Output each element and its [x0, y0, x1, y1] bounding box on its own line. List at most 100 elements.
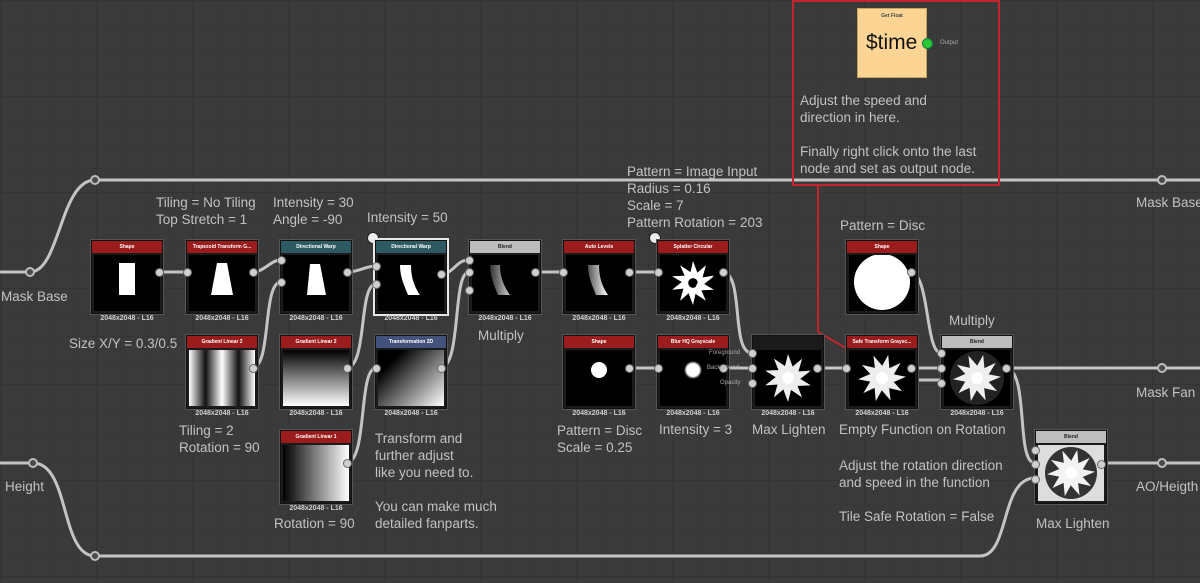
get-float-node[interactable]: Get Float $time — [857, 8, 927, 78]
input-port[interactable] — [277, 278, 286, 287]
input-port[interactable] — [654, 364, 663, 373]
output-port[interactable] — [155, 268, 164, 277]
node-thumbnail — [378, 350, 444, 406]
node-thumbnail — [566, 255, 632, 311]
node-thumbnail — [849, 350, 915, 406]
gradient-linear-2-node[interactable]: Gradient Linear 2 2048x2048 - L16 — [186, 335, 258, 417]
input-port[interactable] — [937, 349, 946, 358]
node-title: Blend — [470, 241, 540, 253]
gradient1-params: Rotation = 90 — [274, 516, 355, 531]
input-port[interactable] — [372, 364, 381, 373]
output-port[interactable] — [531, 268, 540, 277]
node-resolution: 2048x2048 - L16 — [289, 505, 343, 512]
input-port[interactable] — [465, 256, 474, 265]
node-thumbnail — [189, 255, 255, 311]
node-thumbnail — [566, 350, 632, 406]
input-port[interactable] — [937, 364, 946, 373]
output-port[interactable] — [437, 270, 446, 279]
blur-params: Intensity = 3 — [659, 422, 733, 437]
output-label-ao-height: AO/Heigth — [1136, 479, 1199, 494]
output-node-mask-base[interactable] — [1157, 175, 1167, 185]
gradient-linear-2-node-b[interactable]: Gradient Linear 2 2048x2048 - L16 — [280, 335, 352, 417]
output-port[interactable] — [813, 364, 822, 373]
input-port[interactable] — [372, 280, 381, 289]
output-port[interactable] — [343, 459, 352, 468]
splatter-circular-node[interactable]: Splatter Circular 2048x2048 - L16 — [657, 240, 729, 322]
blend1-mode: Multiply — [478, 328, 524, 343]
node-title: Directional Warp — [376, 241, 446, 253]
comment-text: Adjust the speed and direction in here. … — [800, 93, 977, 176]
get-float-output-port[interactable] — [922, 38, 933, 49]
input-port[interactable] — [748, 364, 757, 373]
node-title — [753, 336, 823, 348]
node-resolution: 2048x2048 - L16 — [100, 315, 154, 322]
input-port[interactable] — [559, 268, 568, 277]
blur-hq-grayscale-node[interactable]: Blur HQ Grayscale 2048x2048 - L16 — [657, 335, 729, 417]
output-port[interactable] — [625, 364, 634, 373]
node-thumbnail — [378, 255, 444, 311]
output-port[interactable] — [625, 268, 634, 277]
node-thumbnail — [849, 254, 915, 311]
input-port[interactable] — [465, 286, 474, 295]
get-float-value: $time — [866, 31, 918, 54]
input-port[interactable] — [465, 268, 474, 277]
input-port[interactable] — [1031, 446, 1040, 455]
input-port[interactable] — [654, 268, 663, 277]
reroute-dot[interactable] — [90, 551, 100, 561]
directional-warp-node-selected[interactable]: Directional Warp 2048x2048 - L16 — [375, 240, 447, 322]
output-port[interactable] — [907, 268, 916, 277]
output-node-ao-height[interactable] — [1157, 458, 1167, 468]
auto-levels-node[interactable]: Auto Levels 2048x2048 - L16 — [563, 240, 635, 322]
output-port[interactable] — [343, 364, 352, 373]
input-port[interactable] — [937, 379, 946, 388]
node-thumbnail — [94, 255, 160, 311]
output-node-mask-fan[interactable] — [1157, 363, 1167, 373]
warp1-params: Intensity = 30 Angle = -90 — [273, 195, 354, 227]
splatter-params: Pattern = Image Input Radius = 0.16 Scal… — [627, 164, 763, 230]
input-node-mask-base[interactable] — [25, 267, 35, 277]
output-port[interactable] — [437, 364, 446, 373]
output-port[interactable] — [1097, 460, 1106, 469]
safe-transform-grayscale-node[interactable]: Safe Transform Graysc... 2048x2048 - L16 — [846, 335, 918, 417]
shape3-params: Pattern = Disc — [840, 218, 926, 233]
node-title: Gradient Linear 2 — [281, 336, 351, 348]
node-title: Blend — [1036, 431, 1106, 443]
warp2-params: Intensity = 50 — [367, 210, 448, 225]
reroute-dot[interactable] — [90, 175, 100, 185]
blend-max-lighten-node[interactable]: Blend — [1035, 430, 1107, 504]
input-port[interactable] — [748, 349, 757, 358]
blend-node[interactable]: Blend 2048x2048 - L16 — [469, 240, 541, 322]
shape-disc-node[interactable]: Shape 2048x2048 - L16 — [563, 335, 635, 417]
output-port[interactable] — [343, 268, 352, 277]
trapezoid-transform-node[interactable]: Trapezoid Transform G... 2048x2048 - L16 — [186, 240, 258, 322]
input-port[interactable] — [842, 364, 851, 373]
input-port[interactable] — [277, 256, 286, 265]
output-port[interactable] — [907, 364, 916, 373]
node-resolution: 2048x2048 - L16 — [478, 315, 532, 322]
gradient-linear-1-node[interactable]: Gradient Linear 1 2048x2048 - L16 — [280, 430, 352, 512]
input-port[interactable] — [1031, 460, 1040, 469]
input-port[interactable] — [1031, 475, 1040, 484]
node-resolution: 2048x2048 - L16 — [666, 410, 720, 417]
shape-node[interactable]: Shape 2048x2048 - L16 — [91, 240, 163, 322]
node-title: Trapezoid Transform G... — [187, 241, 257, 253]
node-title: Shape — [92, 241, 162, 253]
output-port[interactable] — [1002, 364, 1011, 373]
node-resolution: 2048x2048 - L16 — [384, 315, 438, 322]
node-thumbnail — [283, 350, 349, 406]
input-port[interactable] — [372, 262, 381, 271]
node-title: Blend — [942, 336, 1012, 348]
output-port[interactable] — [249, 364, 258, 373]
output-port[interactable] — [249, 268, 258, 277]
input-port[interactable] — [748, 379, 757, 388]
input-node-height[interactable] — [28, 458, 38, 468]
node-thumbnail — [660, 350, 726, 406]
output-port[interactable] — [719, 268, 728, 277]
directional-warp-node[interactable]: Directional Warp 2048x2048 - L16 — [280, 240, 352, 322]
max-lighten-node[interactable]: 2048x2048 - L16 — [752, 335, 824, 417]
shape1-params: Size X/Y = 0.3/0.5 — [69, 336, 178, 351]
blend-multiply-node[interactable]: Blend 2048x2048 - L16 — [941, 335, 1013, 417]
input-port[interactable] — [183, 268, 192, 277]
transformation-2d-node[interactable]: Transformation 2D 2048x2048 - L16 — [375, 335, 447, 417]
shape-disc-large-node[interactable]: Shape — [846, 240, 918, 314]
